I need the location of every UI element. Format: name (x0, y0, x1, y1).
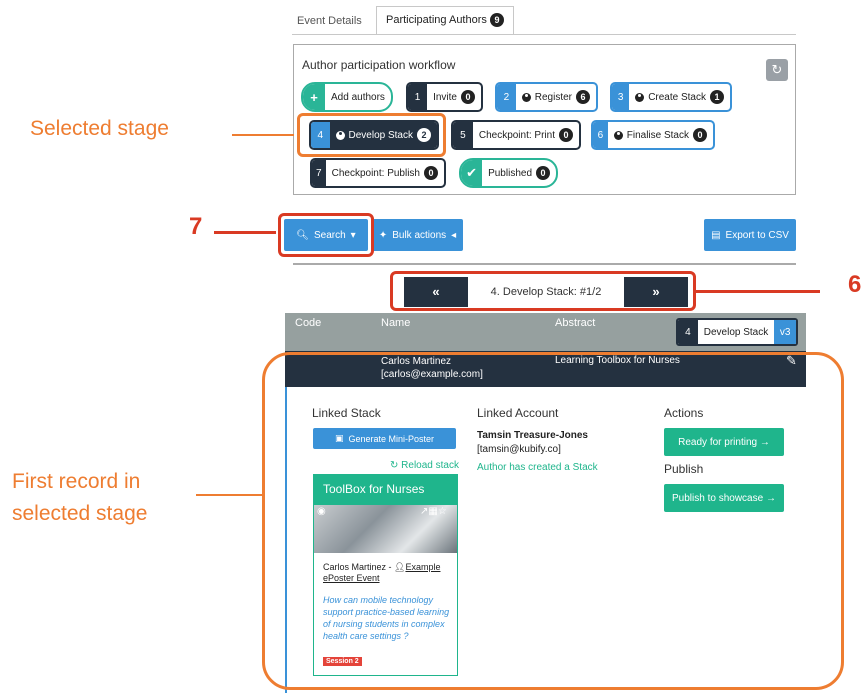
add-authors-button[interactable]: + Add authors (301, 82, 393, 112)
annotation-selected-stage: Selected stage (30, 117, 169, 140)
annotation-line (696, 290, 820, 293)
add-authors-label: Add authors (331, 91, 385, 103)
stage-number: 1 (408, 84, 428, 110)
column-code: Code (295, 317, 322, 329)
version-tag: v3 (774, 320, 796, 344)
count-badge: 0 (461, 90, 475, 104)
tab-event-details[interactable]: Event Details (288, 8, 371, 34)
annotation-highlight-search (278, 213, 374, 257)
count-badge: 6 (576, 90, 590, 104)
stage-register[interactable]: 2 Register 6 (495, 82, 598, 112)
stage-label: Develop Stack (703, 326, 769, 338)
plus-icon: + (303, 84, 325, 110)
file-icon: ▤ (711, 229, 721, 241)
stage-label: Checkpoint: Publish (331, 167, 420, 179)
count-badge: 9 (489, 13, 504, 28)
stage-number: 3 (612, 84, 630, 110)
user-icon (613, 130, 623, 140)
workflow-title: Author participation workflow (302, 58, 456, 72)
caret-left-icon: ◂ (451, 229, 457, 241)
divider (293, 263, 796, 265)
stage-checkpoint-print[interactable]: 5 Checkpoint: Print 0 (451, 120, 581, 150)
bulk-actions-button[interactable]: ✦ Bulk actions ◂ (372, 219, 463, 251)
user-icon (521, 92, 531, 102)
count-badge: 1 (710, 90, 724, 104)
tab-participating-authors[interactable]: Participating Authors 9 (376, 6, 514, 35)
export-label: Export to CSV (725, 229, 789, 241)
annotation-highlight-pager (390, 271, 696, 311)
refresh-icon: ↻ (771, 62, 783, 77)
stage-number: 4 (678, 320, 698, 344)
count-badge: 0 (693, 128, 707, 142)
row-stage-tag: 4 Develop Stack v3 (676, 318, 798, 346)
count-badge: 0 (559, 128, 573, 142)
annotation-highlight-record (262, 352, 844, 690)
stage-checkpoint-publish[interactable]: 7 Checkpoint: Publish 0 (310, 158, 446, 188)
stage-number: 6 (593, 122, 608, 148)
annotation-7: 7 (189, 213, 203, 240)
annotation-line (196, 494, 262, 496)
annotation-first-record: First record in selected stage (12, 470, 148, 525)
column-abstract: Abstract (555, 317, 596, 329)
stage-label: Finalise Stack (626, 129, 689, 141)
magic-icon: ✦ (378, 229, 388, 241)
stage-number: 2 (497, 84, 516, 110)
stage-label: Register (534, 91, 572, 103)
export-csv-button[interactable]: ▤ Export to CSV (704, 219, 796, 251)
check-icon: ✔ (461, 160, 483, 186)
stage-label: Invite (433, 91, 457, 103)
stage-label: Published (488, 167, 532, 179)
column-name: Name (381, 317, 411, 329)
stage-published[interactable]: ✔ Published 0 (459, 158, 558, 188)
stage-create-stack[interactable]: 3 Create Stack 1 (610, 82, 732, 112)
refresh-button[interactable]: ↻ (766, 59, 788, 81)
tab-divider (292, 34, 796, 35)
user-icon (635, 92, 645, 102)
tab-label: Participating Authors (386, 14, 487, 26)
bulk-label: Bulk actions (392, 229, 447, 241)
count-badge: 0 (536, 166, 550, 180)
stage-number: 7 (312, 160, 326, 186)
stage-label: Checkpoint: Print (478, 129, 555, 141)
annotation-6: 6 (848, 271, 862, 298)
annotation-highlight-stage (297, 113, 446, 157)
annotation-line (232, 134, 294, 136)
stage-invite[interactable]: 1 Invite 0 (406, 82, 483, 112)
stage-number: 5 (453, 122, 473, 148)
annotation-line (214, 231, 276, 234)
stage-finalise-stack[interactable]: 6 Finalise Stack 0 (591, 120, 715, 150)
count-badge: 0 (424, 166, 438, 180)
stage-label: Create Stack (648, 91, 706, 103)
